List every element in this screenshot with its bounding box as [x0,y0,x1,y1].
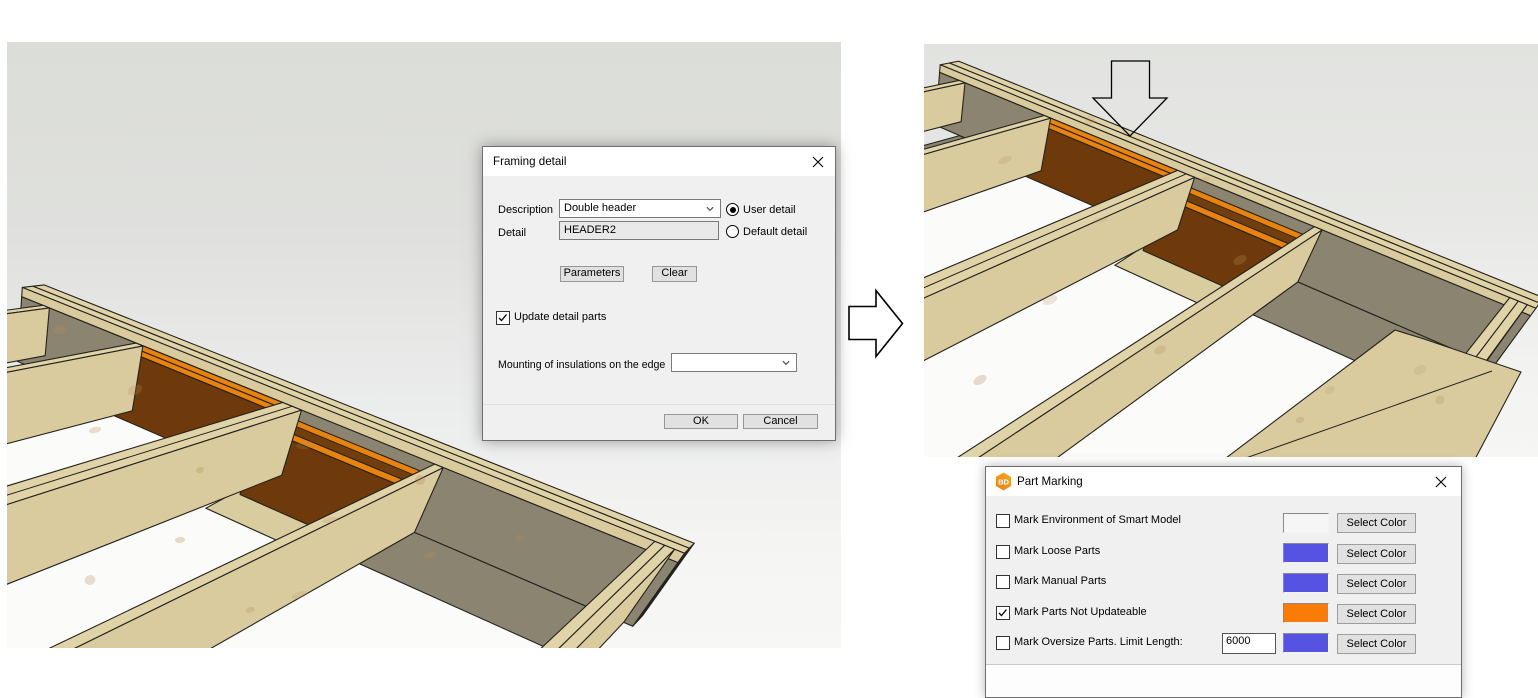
svg-text:BD: BD [998,478,1009,487]
